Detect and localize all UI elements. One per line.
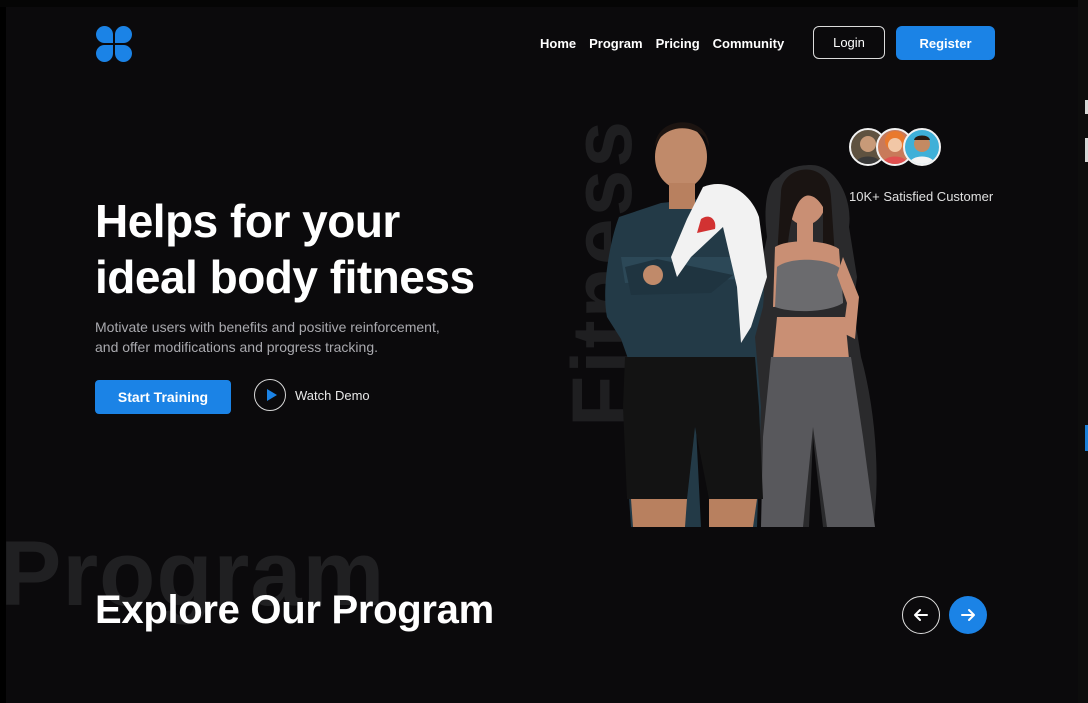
landing-page: Fitness Program Home Program Pricing Com…: [6, 7, 1078, 703]
hero-subtitle-line-1: Motivate users with benefits and positiv…: [95, 319, 440, 335]
nav-community-link[interactable]: Community: [713, 36, 785, 51]
main-nav: Home Program Pricing Community: [540, 36, 784, 51]
watch-demo-button[interactable]: Watch Demo: [254, 379, 370, 411]
hero-title-line-1: Helps for your: [95, 195, 400, 247]
explore-title: Explore Our Program: [95, 588, 494, 632]
window-top-strip: [0, 0, 1088, 7]
carousel-next-button[interactable]: [949, 596, 987, 634]
fitness-models-image: [605, 122, 877, 527]
watch-demo-label: Watch Demo: [295, 387, 370, 403]
hero-subtitle-line-2: and offer modifications and progress tra…: [95, 339, 379, 355]
customer-avatars: [849, 128, 949, 172]
avatar: [903, 128, 941, 166]
hero-title-line-2: ideal body fitness: [95, 251, 475, 303]
carousel-prev-button[interactable]: [902, 596, 940, 634]
satisfied-customers-label: 10K+ Satisfied Customer: [849, 189, 994, 204]
brand-logo-icon[interactable]: [96, 26, 132, 62]
start-training-button[interactable]: Start Training: [95, 380, 231, 414]
adjacent-window-edge: [1078, 0, 1088, 703]
hero-subtitle: Motivate users with benefits and positiv…: [95, 317, 495, 357]
register-button[interactable]: Register: [896, 26, 995, 60]
arrow-right-icon: [961, 609, 975, 621]
nav-home-link[interactable]: Home: [540, 36, 576, 51]
login-button[interactable]: Login: [813, 26, 885, 59]
man-figure: [605, 122, 767, 527]
play-icon[interactable]: [254, 379, 286, 411]
arrow-left-icon: [914, 609, 928, 621]
nav-pricing-link[interactable]: Pricing: [656, 36, 700, 51]
hero-title: Helps for your ideal body fitness: [95, 193, 515, 305]
woman-figure: [750, 165, 877, 527]
nav-program-link[interactable]: Program: [589, 36, 642, 51]
